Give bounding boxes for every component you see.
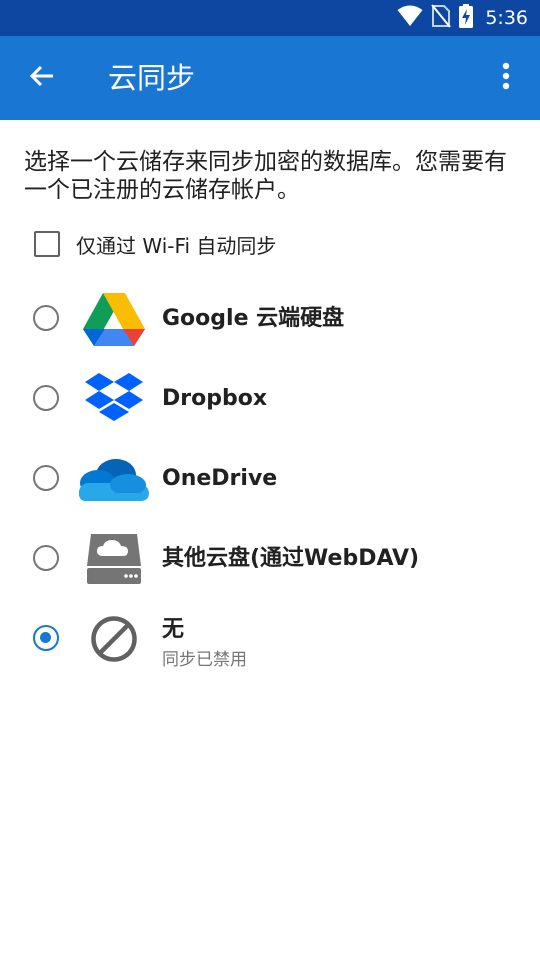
provider-label: Google 云端硬盘: [162, 306, 345, 331]
provider-option-onedrive[interactable]: OneDrive: [0, 439, 540, 519]
provider-label: 无: [162, 617, 185, 642]
provider-option-webdav[interactable]: 其他云盘(通过WebDAV): [0, 519, 540, 599]
wifi-icon: [397, 5, 423, 31]
battery-charging-icon: [459, 4, 474, 32]
radio-button-selected[interactable]: [33, 625, 59, 651]
provider-label: 其他云盘(通过WebDAV): [162, 546, 420, 571]
no-sim-icon: [431, 4, 452, 32]
description-text: 选择一个云储存来同步加密的数据库。您需要有一个已注册的云储存帐户。: [24, 149, 507, 203]
page-title: 云同步: [108, 61, 196, 95]
status-bar: 5:36: [0, 0, 540, 36]
wifi-only-label: 仅通过 Wi-Fi 自动同步: [76, 233, 277, 258]
radio-button[interactable]: [33, 385, 59, 411]
dropbox-icon: [78, 369, 150, 429]
wifi-only-checkbox-row[interactable]: 仅通过 Wi-Fi 自动同步: [34, 228, 276, 260]
radio-button[interactable]: [33, 545, 59, 571]
status-time: 5:36: [485, 7, 528, 29]
provider-option-none[interactable]: 无 同步已禁用: [0, 599, 540, 679]
radio-button[interactable]: [33, 305, 59, 331]
wifi-only-checkbox[interactable]: [34, 231, 60, 257]
arrow-back-icon: [29, 64, 55, 92]
app-bar: 云同步: [0, 36, 540, 120]
onedrive-icon: [78, 449, 150, 509]
disabled-icon: [78, 609, 150, 669]
radio-button[interactable]: [33, 465, 59, 491]
status-icons: 5:36: [397, 0, 528, 36]
provider-label: Dropbox: [162, 386, 268, 411]
more-vert-icon: [502, 62, 510, 94]
webdav-drive-icon: [78, 529, 150, 589]
provider-option-dropbox[interactable]: Dropbox: [0, 359, 540, 439]
provider-option-google-drive[interactable]: Google 云端硬盘: [0, 279, 540, 359]
google-drive-icon: [78, 289, 150, 349]
provider-label: OneDrive: [162, 466, 278, 491]
provider-sublabel: 同步已禁用: [162, 650, 247, 670]
back-button[interactable]: [22, 58, 62, 98]
overflow-menu-button[interactable]: [486, 58, 526, 98]
